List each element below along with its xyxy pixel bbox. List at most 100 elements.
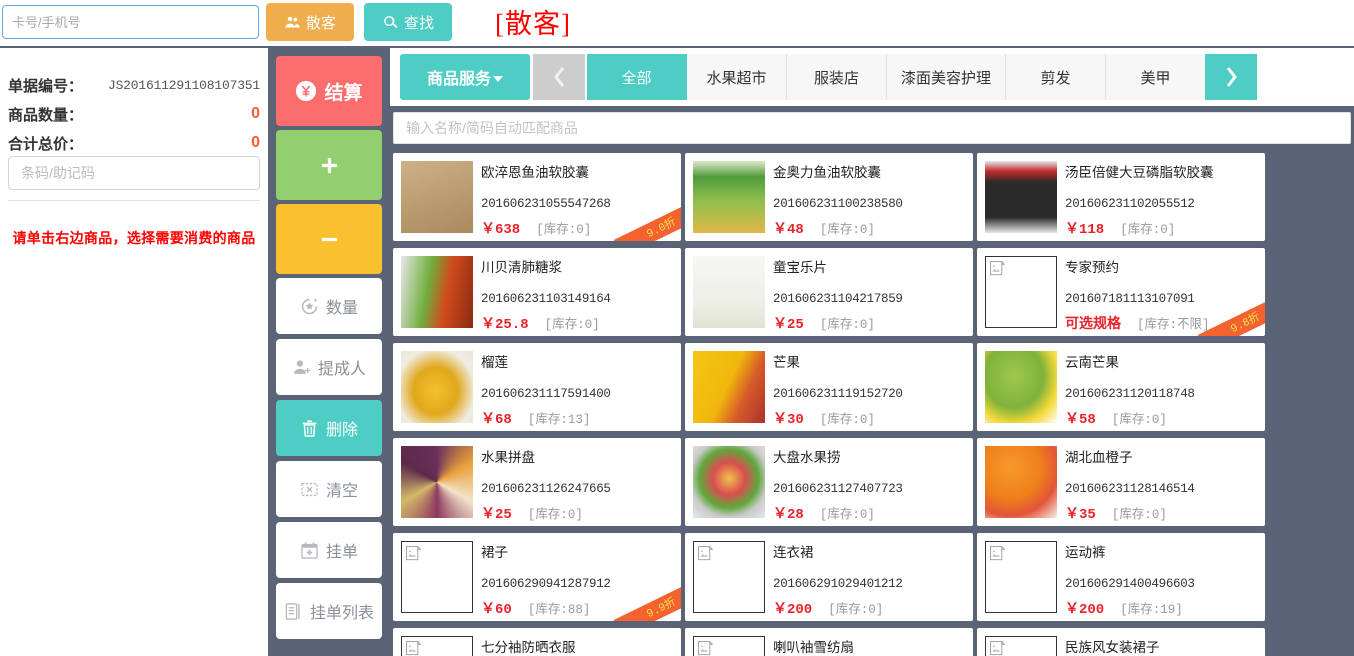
product-code: 201606231126247665 xyxy=(481,482,611,496)
product-grid[interactable]: 欧淬恩鱼油软胶囊 201606231055547268 ￥638 [库存:0] 9.0折… xyxy=(390,151,1354,656)
product-stock: [库存:0] xyxy=(819,318,875,332)
product-price-row: ￥35 [库存:0] xyxy=(1065,503,1259,523)
product-thumbnail xyxy=(985,446,1057,518)
chevron-left-icon xyxy=(553,67,564,87)
decrease-quantity-button[interactable] xyxy=(276,204,382,274)
category-dropdown-label: 商品服务 xyxy=(426,71,491,88)
product-card[interactable]: 民族风女装裙子 xyxy=(977,628,1265,656)
hold-order-label: 挂单 xyxy=(325,544,358,561)
product-price: ￥28 xyxy=(773,507,804,523)
product-code: 201606290941287912 xyxy=(481,577,611,591)
product-thumbnail xyxy=(985,351,1057,423)
product-thumbnail-placeholder xyxy=(985,636,1057,656)
trash-icon xyxy=(302,419,317,437)
product-card[interactable]: 云南芒果 201606231120118748 ￥58 [库存:0] xyxy=(977,343,1265,431)
product-code: 201606231120118748 xyxy=(1065,387,1195,401)
category-dropdown-button[interactable]: 商品服务 xyxy=(400,54,530,100)
minus-icon xyxy=(321,237,337,241)
product-stock: [库存:13] xyxy=(527,413,591,427)
product-name: 七分袖防晒衣服 xyxy=(481,640,576,655)
tabs-prev-button[interactable] xyxy=(533,54,585,100)
product-code: 201606231100238580 xyxy=(773,197,903,211)
product-name: 芒果 xyxy=(773,355,800,370)
product-card[interactable]: 湖北血橙子 201606231128146514 ￥35 [库存:0] xyxy=(977,438,1265,526)
settle-button[interactable]: 结算 xyxy=(276,56,382,126)
delete-button[interactable]: 删除 xyxy=(276,400,382,456)
selection-hint: 请单击右边商品，选择需要消费的商品 xyxy=(12,230,256,246)
product-name: 云南芒果 xyxy=(1065,355,1119,370)
guest-button[interactable]: 散客 xyxy=(266,3,354,41)
product-card[interactable]: 裙子 201606290941287912 ￥60 [库存:88] 9.9折 xyxy=(393,533,681,621)
product-code: 201606291400496603 xyxy=(1065,577,1195,591)
product-thumbnail xyxy=(401,446,473,518)
product-name: 童宝乐片 xyxy=(773,260,827,275)
order-number-value: JS201611291108107351 xyxy=(107,77,260,93)
tab-clothing[interactable]: 服装店 xyxy=(787,54,887,100)
product-card[interactable]: 童宝乐片 201606231104217859 ￥25 [库存:0] xyxy=(685,248,973,336)
plus-icon xyxy=(321,157,337,173)
product-name: 汤臣倍健大豆磷脂软胶囊 xyxy=(1065,165,1214,180)
product-card[interactable]: 七分袖防晒衣服 xyxy=(393,628,681,656)
product-card[interactable]: 金奥力鱼油软胶囊 201606231100238580 ￥48 [库存:0] xyxy=(685,153,973,241)
product-card[interactable]: 大盘水果捞 201606231127407723 ￥28 [库存:0] xyxy=(685,438,973,526)
tab-haircut[interactable]: 剪发 xyxy=(1006,54,1107,100)
product-code: 201606231119152720 xyxy=(773,387,903,401)
tab-paint-beauty[interactable]: 漆面美容护理 xyxy=(887,54,1007,100)
clear-box-icon xyxy=(301,482,318,496)
product-card[interactable]: 喇叭袖雪纺扇 xyxy=(685,628,973,656)
increase-quantity-button[interactable] xyxy=(276,130,382,200)
product-price: ￥58 xyxy=(1065,412,1096,428)
product-thumbnail xyxy=(693,161,765,233)
product-price: ￥638 xyxy=(481,222,521,238)
chevron-right-icon xyxy=(1226,67,1237,87)
product-name: 运动裤 xyxy=(1065,545,1106,560)
user-add-icon xyxy=(293,359,311,374)
product-stock: [库存:0] xyxy=(828,603,884,617)
order-number-label: 单据编号： xyxy=(8,77,84,95)
tab-nails[interactable]: 美甲 xyxy=(1106,54,1207,100)
product-card[interactable]: 川贝清肺糖浆 201606231103149164 ￥25.8 [库存:0] xyxy=(393,248,681,336)
product-info: 七分袖防晒衣服 xyxy=(479,628,681,656)
product-card[interactable]: 榴莲 201606231117591400 ￥68 [库存:13] xyxy=(393,343,681,431)
product-card[interactable]: 连衣裙 201606291029401212 ￥200 [库存:0] xyxy=(685,533,973,621)
product-price-row: ￥30 [库存:0] xyxy=(773,408,967,428)
hold-order-list-button[interactable]: 挂单列表 xyxy=(276,583,382,639)
clear-button[interactable]: 清空 xyxy=(276,461,382,517)
product-card[interactable]: 水果拼盘 201606231126247665 ￥25 [库存:0] xyxy=(393,438,681,526)
product-code: 201606231055547268 xyxy=(481,197,611,211)
tab-fruit[interactable]: 水果超市 xyxy=(687,54,787,100)
product-code: 201606231127407723 xyxy=(773,482,903,496)
list-icon xyxy=(285,602,300,620)
product-card[interactable]: 汤臣倍健大豆磷脂软胶囊 201606231102055512 ￥118 [库存:0] xyxy=(977,153,1265,241)
hold-order-button[interactable]: 挂单 xyxy=(276,522,382,578)
product-info: 榴莲 201606231117591400 ￥68 [库存:13] xyxy=(479,343,681,431)
product-card[interactable]: 芒果 201606231119152720 ￥30 [库存:0] xyxy=(685,343,973,431)
broken-image-icon xyxy=(406,641,421,656)
panel-divider xyxy=(8,200,260,201)
product-price-row: ￥28 [库存:0] xyxy=(773,503,967,523)
tabs-next-button[interactable] xyxy=(1205,54,1257,100)
product-name: 连衣裙 xyxy=(773,545,814,560)
product-search-input[interactable] xyxy=(393,112,1351,144)
product-price-row: ￥25 [库存:0] xyxy=(773,313,967,333)
clear-button-label: 清空 xyxy=(325,483,358,500)
tab-all[interactable]: 全部 xyxy=(587,54,687,100)
settle-button-label: 结算 xyxy=(324,82,363,104)
search-button[interactable]: 查找 xyxy=(364,3,452,41)
product-price-row: ￥118 [库存:0] xyxy=(1065,218,1259,238)
product-card[interactable]: 欧淬恩鱼油软胶囊 201606231055547268 ￥638 [库存:0] 9.0折 xyxy=(393,153,681,241)
total-price-row: 合计总价： 0 xyxy=(8,130,260,156)
product-info: 云南芒果 201606231120118748 ￥58 [库存:0] xyxy=(1063,343,1265,431)
product-price: ￥35 xyxy=(1065,507,1096,523)
commission-person-label: 提成人 xyxy=(317,361,366,378)
set-quantity-button[interactable]: 数量 xyxy=(276,278,382,334)
product-card[interactable]: 专家预约 201607181113107091 可选规格 [库存:不限] 9.8折 xyxy=(977,248,1265,336)
product-stock: [库存:0] xyxy=(536,223,592,237)
commission-person-button[interactable]: 提成人 xyxy=(276,339,382,395)
total-price-label: 合计总价： xyxy=(8,135,84,153)
product-card[interactable]: 运动裤 201606291400496603 ￥200 [库存:19] xyxy=(977,533,1265,621)
hold-order-list-label: 挂单列表 xyxy=(309,605,374,622)
barcode-input[interactable] xyxy=(8,156,260,190)
product-stock: [库存:19] xyxy=(1120,603,1183,617)
card-number-input[interactable] xyxy=(2,5,259,39)
